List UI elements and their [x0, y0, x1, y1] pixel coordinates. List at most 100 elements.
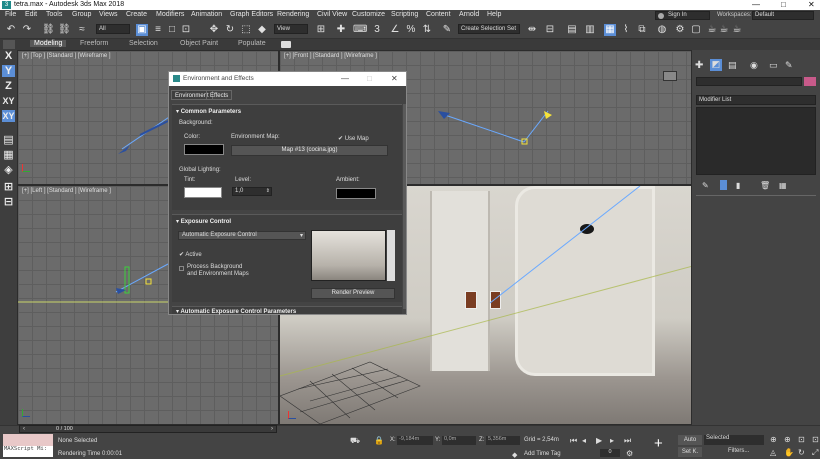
curve-editor-icon[interactable]: ⌇	[620, 24, 632, 36]
make-unique-icon[interactable]: ▮	[736, 181, 740, 190]
set-key-icon[interactable]: +	[654, 435, 663, 452]
undo-icon[interactable]: ↶	[5, 24, 17, 36]
menu-civil-view[interactable]: Civil View	[317, 11, 347, 18]
hierarchy-tab-icon[interactable]: ▤	[728, 60, 737, 71]
tab-selection[interactable]: Selection	[129, 40, 158, 47]
dialog-close-button[interactable]: ✕	[391, 74, 398, 83]
bind-spacewarp-icon[interactable]: ≈	[76, 24, 88, 36]
orbit-icon[interactable]: ↻	[798, 448, 805, 457]
grid-icon[interactable]: ⊞	[2, 181, 15, 193]
menu-create[interactable]: Create	[126, 11, 147, 18]
dialog-maximize-button[interactable]: □	[367, 74, 372, 83]
axis-x-button[interactable]: X	[2, 50, 15, 62]
tab-populate[interactable]: Populate	[238, 40, 266, 47]
active-checkbox[interactable]: ✔ Active	[179, 251, 202, 258]
unlink-icon[interactable]: ⛓	[58, 24, 71, 36]
move-icon[interactable]: ✥	[208, 24, 220, 36]
redo-icon[interactable]: ↷	[21, 24, 33, 36]
material-editor-icon[interactable]: ◍	[656, 24, 668, 36]
ambient-color-swatch[interactable]	[336, 188, 376, 199]
snaps-toggle-icon[interactable]: 3	[371, 24, 383, 36]
sign-in-dropdown[interactable]: Sign In	[655, 11, 710, 20]
selection-lock-icon[interactable]: 🔒	[374, 436, 384, 445]
percent-snap-icon[interactable]: %	[405, 24, 417, 36]
y-coordinate-field[interactable]: 0,0m	[442, 436, 476, 445]
zoom-all-icon[interactable]: ⊕	[784, 435, 791, 444]
maximize-viewport-icon[interactable]: ⤢	[812, 448, 818, 458]
render-preview-button[interactable]: Render Preview	[311, 288, 395, 299]
select-object-icon[interactable]: ▣	[136, 24, 148, 36]
environment-map-button[interactable]: Map #13 (cocina.jpg)	[231, 145, 388, 156]
create-tab-icon[interactable]: ✚	[695, 60, 703, 71]
select-by-name-icon[interactable]: ≡	[152, 24, 164, 36]
time-config-icon[interactable]: ⚙	[626, 449, 633, 458]
viewcube-icon[interactable]	[663, 71, 677, 81]
modifier-stack[interactable]	[696, 107, 816, 175]
link-icon[interactable]: ⛓	[42, 24, 55, 36]
rotate-icon[interactable]: ↻	[224, 24, 236, 36]
layer-explorer-icon[interactable]: ▤	[566, 24, 578, 36]
axis-xy-plane-button[interactable]: XY	[2, 110, 15, 122]
modifier-list-dropdown[interactable]: Modifier List	[696, 95, 816, 105]
z-coordinate-field[interactable]: 5,356m	[486, 436, 520, 445]
scene-explorer-icon[interactable]: ▦	[604, 24, 616, 36]
snap-icon[interactable]: ⊟	[2, 196, 15, 208]
selection-filter-dropdown[interactable]: All	[96, 24, 130, 34]
axis-z-button[interactable]: Z	[2, 80, 15, 92]
preview-scrollbar[interactable]	[387, 230, 395, 281]
menu-views[interactable]: Views	[99, 11, 118, 18]
angle-snap-icon[interactable]: ∠	[389, 24, 401, 36]
menu-file[interactable]: File	[5, 11, 16, 18]
render-setup-icon[interactable]: ⚙	[674, 24, 686, 36]
menu-animation[interactable]: Animation	[191, 11, 222, 18]
close-button[interactable]: ✕	[808, 0, 815, 10]
process-background-checkbox[interactable]	[179, 266, 184, 271]
key-filters-button[interactable]: Filters...	[728, 448, 749, 454]
remove-modifier-icon[interactable]: 🗑	[760, 181, 770, 190]
zoom-extents-icon[interactable]: ⊡	[798, 435, 805, 444]
pin-stack-icon[interactable]: ✎	[702, 181, 709, 190]
render-iterative-icon[interactable]: ☕	[718, 24, 730, 36]
menu-scripting[interactable]: Scripting	[391, 11, 418, 18]
layer-icon[interactable]: ▤	[2, 134, 15, 146]
object-color-swatch[interactable]	[804, 77, 816, 86]
tab-modeling[interactable]: Modeling	[30, 40, 67, 47]
axis-xy-button[interactable]: XY	[2, 95, 15, 107]
next-frame-icon[interactable]: ›	[271, 426, 273, 432]
play-icon[interactable]: ▶	[596, 436, 602, 445]
ribbon-toggle-icon[interactable]	[3, 40, 15, 49]
tab-object-paint[interactable]: Object Paint	[180, 40, 218, 47]
go-to-start-icon[interactable]: ⏮	[570, 436, 577, 446]
menu-modifiers[interactable]: Modifiers	[156, 11, 184, 18]
menu-rendering[interactable]: Rendering	[277, 11, 309, 18]
menu-tools[interactable]: Tools	[46, 11, 62, 18]
menu-content[interactable]: Content	[426, 11, 451, 18]
spinner-snap-icon[interactable]: ⇅	[421, 24, 433, 36]
next-key-icon[interactable]: ▸	[610, 436, 614, 445]
use-map-checkbox[interactable]: ✔ Use Map	[338, 135, 369, 142]
fov-icon[interactable]: ◬	[770, 448, 776, 457]
dialog-scrollbar[interactable]	[403, 104, 406, 309]
render-active-icon[interactable]: ☕	[731, 24, 743, 36]
keyboard-shortcut-icon[interactable]: ⌨	[353, 24, 367, 36]
prev-key-icon[interactable]: ◂	[582, 436, 586, 445]
toggle-ribbon-icon[interactable]: ▥	[584, 24, 596, 36]
set-key-button[interactable]: Set K.	[678, 447, 702, 457]
axis-y-button[interactable]: Y	[2, 65, 15, 77]
configure-sets-icon[interactable]: ▦	[779, 181, 787, 190]
pivot-icon[interactable]: ⊞	[315, 24, 327, 36]
select-manipulate-icon[interactable]: ✚	[335, 24, 347, 36]
mirror-icon[interactable]: ⇹	[526, 24, 538, 36]
placement-icon[interactable]: ◆	[256, 24, 268, 36]
common-parameters-header[interactable]: ▾ Common Parameters	[176, 108, 241, 115]
auto-exposure-params-header[interactable]: ▾ Automatic Exposure Control Parameters	[176, 308, 296, 315]
tint-color-swatch[interactable]	[184, 187, 222, 198]
prev-frame-icon[interactable]: ‹	[23, 426, 25, 432]
render-production-icon[interactable]: ☕	[706, 24, 718, 36]
rendered-frame-icon[interactable]: ▢	[690, 24, 702, 36]
reference-coordinate-dropdown[interactable]: View	[274, 24, 308, 34]
background-color-swatch[interactable]	[184, 144, 224, 155]
schematic-view-icon[interactable]: ⧉	[636, 24, 648, 36]
go-to-end-icon[interactable]: ⏭	[624, 436, 631, 446]
scale-icon[interactable]: ⬚	[240, 24, 252, 36]
